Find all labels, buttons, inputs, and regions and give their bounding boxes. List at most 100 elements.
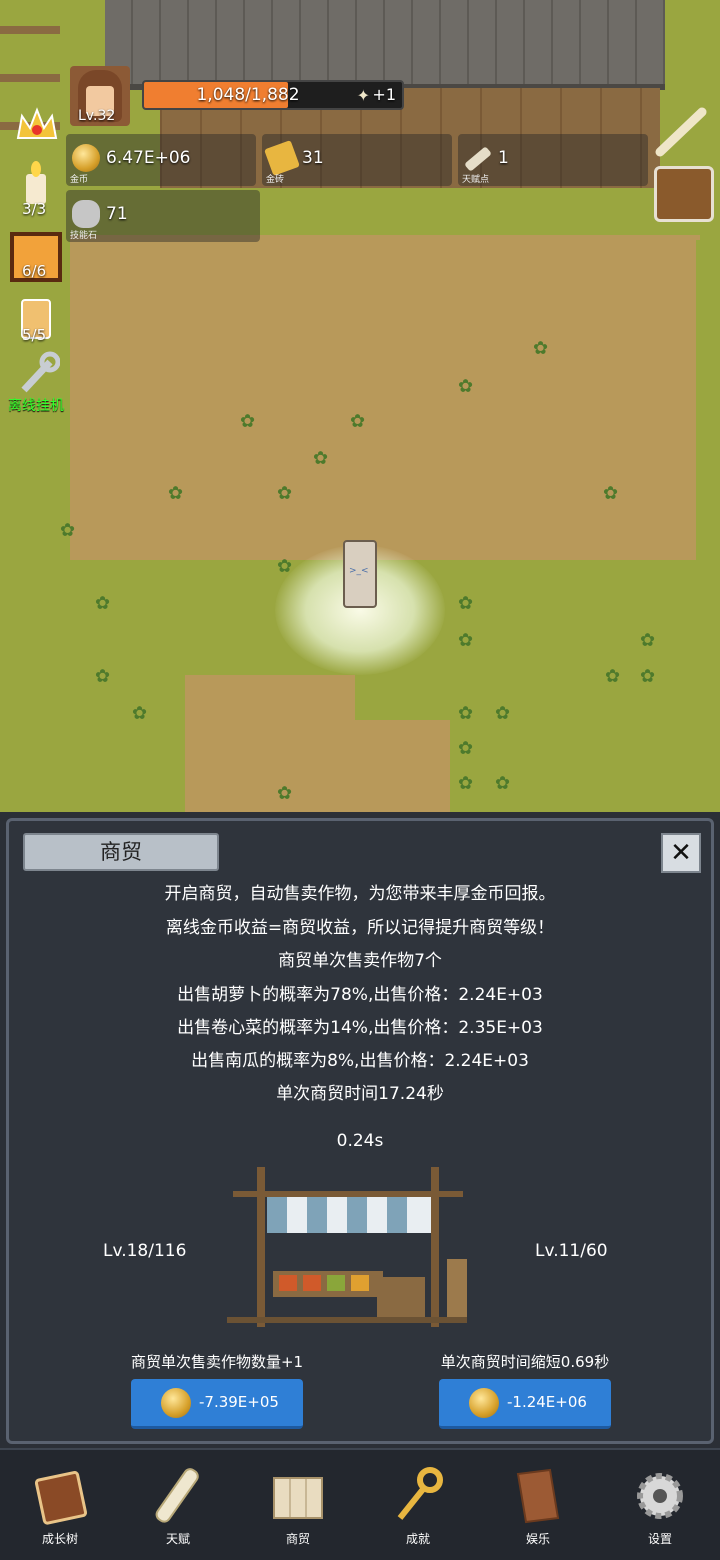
crop-sprout[interactable]: ✿	[495, 775, 517, 793]
brick-caption: 金砖	[266, 175, 285, 185]
crop-sprout[interactable]: ✿	[168, 485, 190, 503]
nav-label: 天赋	[165, 1532, 190, 1546]
bone-icon	[464, 146, 492, 172]
dirt-plot	[330, 720, 450, 812]
crop-sprout[interactable]: ✿	[458, 740, 480, 758]
close-button[interactable]: ✕	[661, 833, 701, 873]
panel-desc-line: 开启商贸，自动售卖作物，为您带来丰厚金币回报。	[164, 884, 556, 904]
scarecrow[interactable]: >_<	[343, 540, 377, 608]
gold-coin-icon	[161, 1388, 191, 1418]
hp-plus: +1	[372, 85, 396, 104]
gold-value: 6.47E+06	[106, 148, 191, 168]
talent-value: 1	[498, 148, 509, 168]
treasure-chest-icon[interactable]	[654, 166, 714, 222]
drink-count: 5/5	[22, 326, 47, 344]
map-icon	[270, 1466, 326, 1526]
stone-value: 71	[106, 204, 128, 224]
nav-achievement[interactable]: 成就	[368, 1460, 468, 1552]
trade-panel: 商贸 ✕ 开启商贸，自动售卖作物，为您带来丰厚金币回报。 离线金币收益=商贸收益…	[6, 818, 714, 1444]
panel-desc-line: 出售胡萝卜的概率为78%,出售价格：2.24E+03	[177, 985, 543, 1005]
crop-sprout[interactable]: ✿	[95, 668, 117, 686]
panel-desc-line: 单次商贸时间17.24秒	[276, 1084, 444, 1104]
offline-idle-label[interactable]: 离线挂机	[8, 395, 64, 415]
box-count: 6/6	[22, 262, 47, 280]
panel-desc-line: 商贸单次售卖作物7个	[278, 951, 442, 971]
right-cost: -1.24E+06	[507, 1393, 587, 1411]
crop-sprout[interactable]: ✿	[533, 340, 555, 358]
crop-sprout[interactable]: ✿	[640, 632, 662, 650]
crop-sprout[interactable]: ✿	[60, 522, 82, 540]
crop-sprout[interactable]: ✿	[603, 485, 625, 503]
dirt-plot	[70, 235, 700, 565]
hp-bar: 1,048/1,882 ✦ +1	[142, 80, 404, 110]
parchment-icon	[510, 1466, 566, 1526]
left-level: Lv.18/116	[103, 1241, 187, 1261]
bottom-nav: 成长树 天赋 商贸 成就 娱乐 设置	[0, 1448, 720, 1560]
crop-sprout[interactable]: ✿	[605, 668, 627, 686]
nav-label: 成就	[405, 1532, 430, 1546]
crop-sprout[interactable]: ✿	[313, 450, 335, 468]
skill-stone-icon	[72, 200, 100, 228]
crop-sprout[interactable]: ✿	[277, 485, 299, 503]
brick-value: 31	[302, 148, 324, 168]
left-upgrade-caption: 商贸单次售卖作物数量+1	[130, 1353, 304, 1371]
gold-resource[interactable]: 6.47E+06 金币	[66, 134, 256, 186]
talent-caption: 天赋点	[462, 175, 490, 185]
panel-title: 商贸	[23, 833, 219, 871]
upgrade-sell-count-button[interactable]: -7.39E+05	[131, 1379, 303, 1429]
nav-talent[interactable]: 天赋	[128, 1460, 228, 1552]
gold-caption: 金币	[70, 175, 89, 185]
brick-resource[interactable]: 31 金砖	[262, 134, 452, 186]
right-upgrade-caption: 单次商贸时间缩短0.69秒	[440, 1353, 610, 1371]
crop-sprout[interactable]: ✿	[458, 378, 480, 396]
gold-coin-icon	[469, 1388, 499, 1418]
gear-icon	[632, 1466, 688, 1526]
bone-icon: ✦	[356, 86, 370, 105]
nav-settings[interactable]: 设置	[610, 1460, 710, 1552]
nav-trade[interactable]: 商贸	[248, 1460, 348, 1552]
stone-resource[interactable]: 71 技能石	[66, 190, 260, 242]
crop-sprout[interactable]: ✿	[277, 785, 299, 803]
crop-sprout[interactable]: ✿	[458, 775, 480, 793]
nav-growth-tree[interactable]: 成长树	[10, 1460, 110, 1552]
nav-label: 商贸	[285, 1532, 310, 1546]
crop-sprout[interactable]: ✿	[350, 413, 372, 431]
bone-icon[interactable]	[652, 104, 710, 158]
crop-sprout[interactable]: ✿	[95, 595, 117, 613]
close-icon: ✕	[670, 838, 692, 868]
hp-text: 1,048/1,882	[196, 85, 300, 105]
book-icon	[32, 1466, 88, 1526]
left-cost: -7.39E+05	[199, 1393, 279, 1411]
crop-sprout[interactable]: ✿	[640, 668, 662, 686]
crop-sprout[interactable]: ✿	[458, 705, 480, 723]
gold-brick-icon	[264, 140, 300, 176]
crop-sprout[interactable]: ✿	[240, 413, 262, 431]
wrench-icon[interactable]	[14, 350, 61, 396]
nav-label: 设置	[647, 1532, 672, 1546]
stone-caption: 技能石	[70, 231, 98, 241]
player-level: Lv.32	[78, 108, 116, 124]
panel-desc-line: 离线金币收益=商贸收益，所以记得提升商贸等级！	[165, 918, 555, 938]
panel-desc-line: 出售卷心菜的概率为14%,出售价格：2.35E+03	[177, 1018, 543, 1038]
nav-label: 娱乐	[525, 1532, 550, 1546]
upgrade-trade-time-button[interactable]: -1.24E+06	[439, 1379, 611, 1429]
scroll-icon	[150, 1466, 206, 1526]
nav-entertainment[interactable]: 娱乐	[488, 1460, 588, 1552]
candle-count: 3/3	[22, 200, 47, 218]
panel-desc-line: 出售南瓜的概率为8%,出售价格：2.24E+03	[191, 1051, 529, 1071]
nav-label: 成长树	[41, 1532, 78, 1546]
talent-resource[interactable]: 1 天赋点	[458, 134, 648, 186]
crown-icon[interactable]	[14, 104, 60, 150]
crop-sprout[interactable]: ✿	[458, 595, 480, 613]
right-level: Lv.11/60	[535, 1241, 608, 1261]
gold-coin-icon	[72, 144, 100, 172]
key-icon	[390, 1466, 446, 1526]
crop-sprout[interactable]: ✿	[458, 632, 480, 650]
barn-roof	[105, 0, 665, 90]
scarecrow-face: >_<	[349, 566, 369, 576]
trade-timer: 0.24s	[336, 1131, 384, 1151]
grass-area	[696, 240, 720, 570]
market-stall	[227, 1167, 511, 1332]
crop-sprout[interactable]: ✿	[132, 705, 154, 723]
crop-sprout[interactable]: ✿	[495, 705, 517, 723]
